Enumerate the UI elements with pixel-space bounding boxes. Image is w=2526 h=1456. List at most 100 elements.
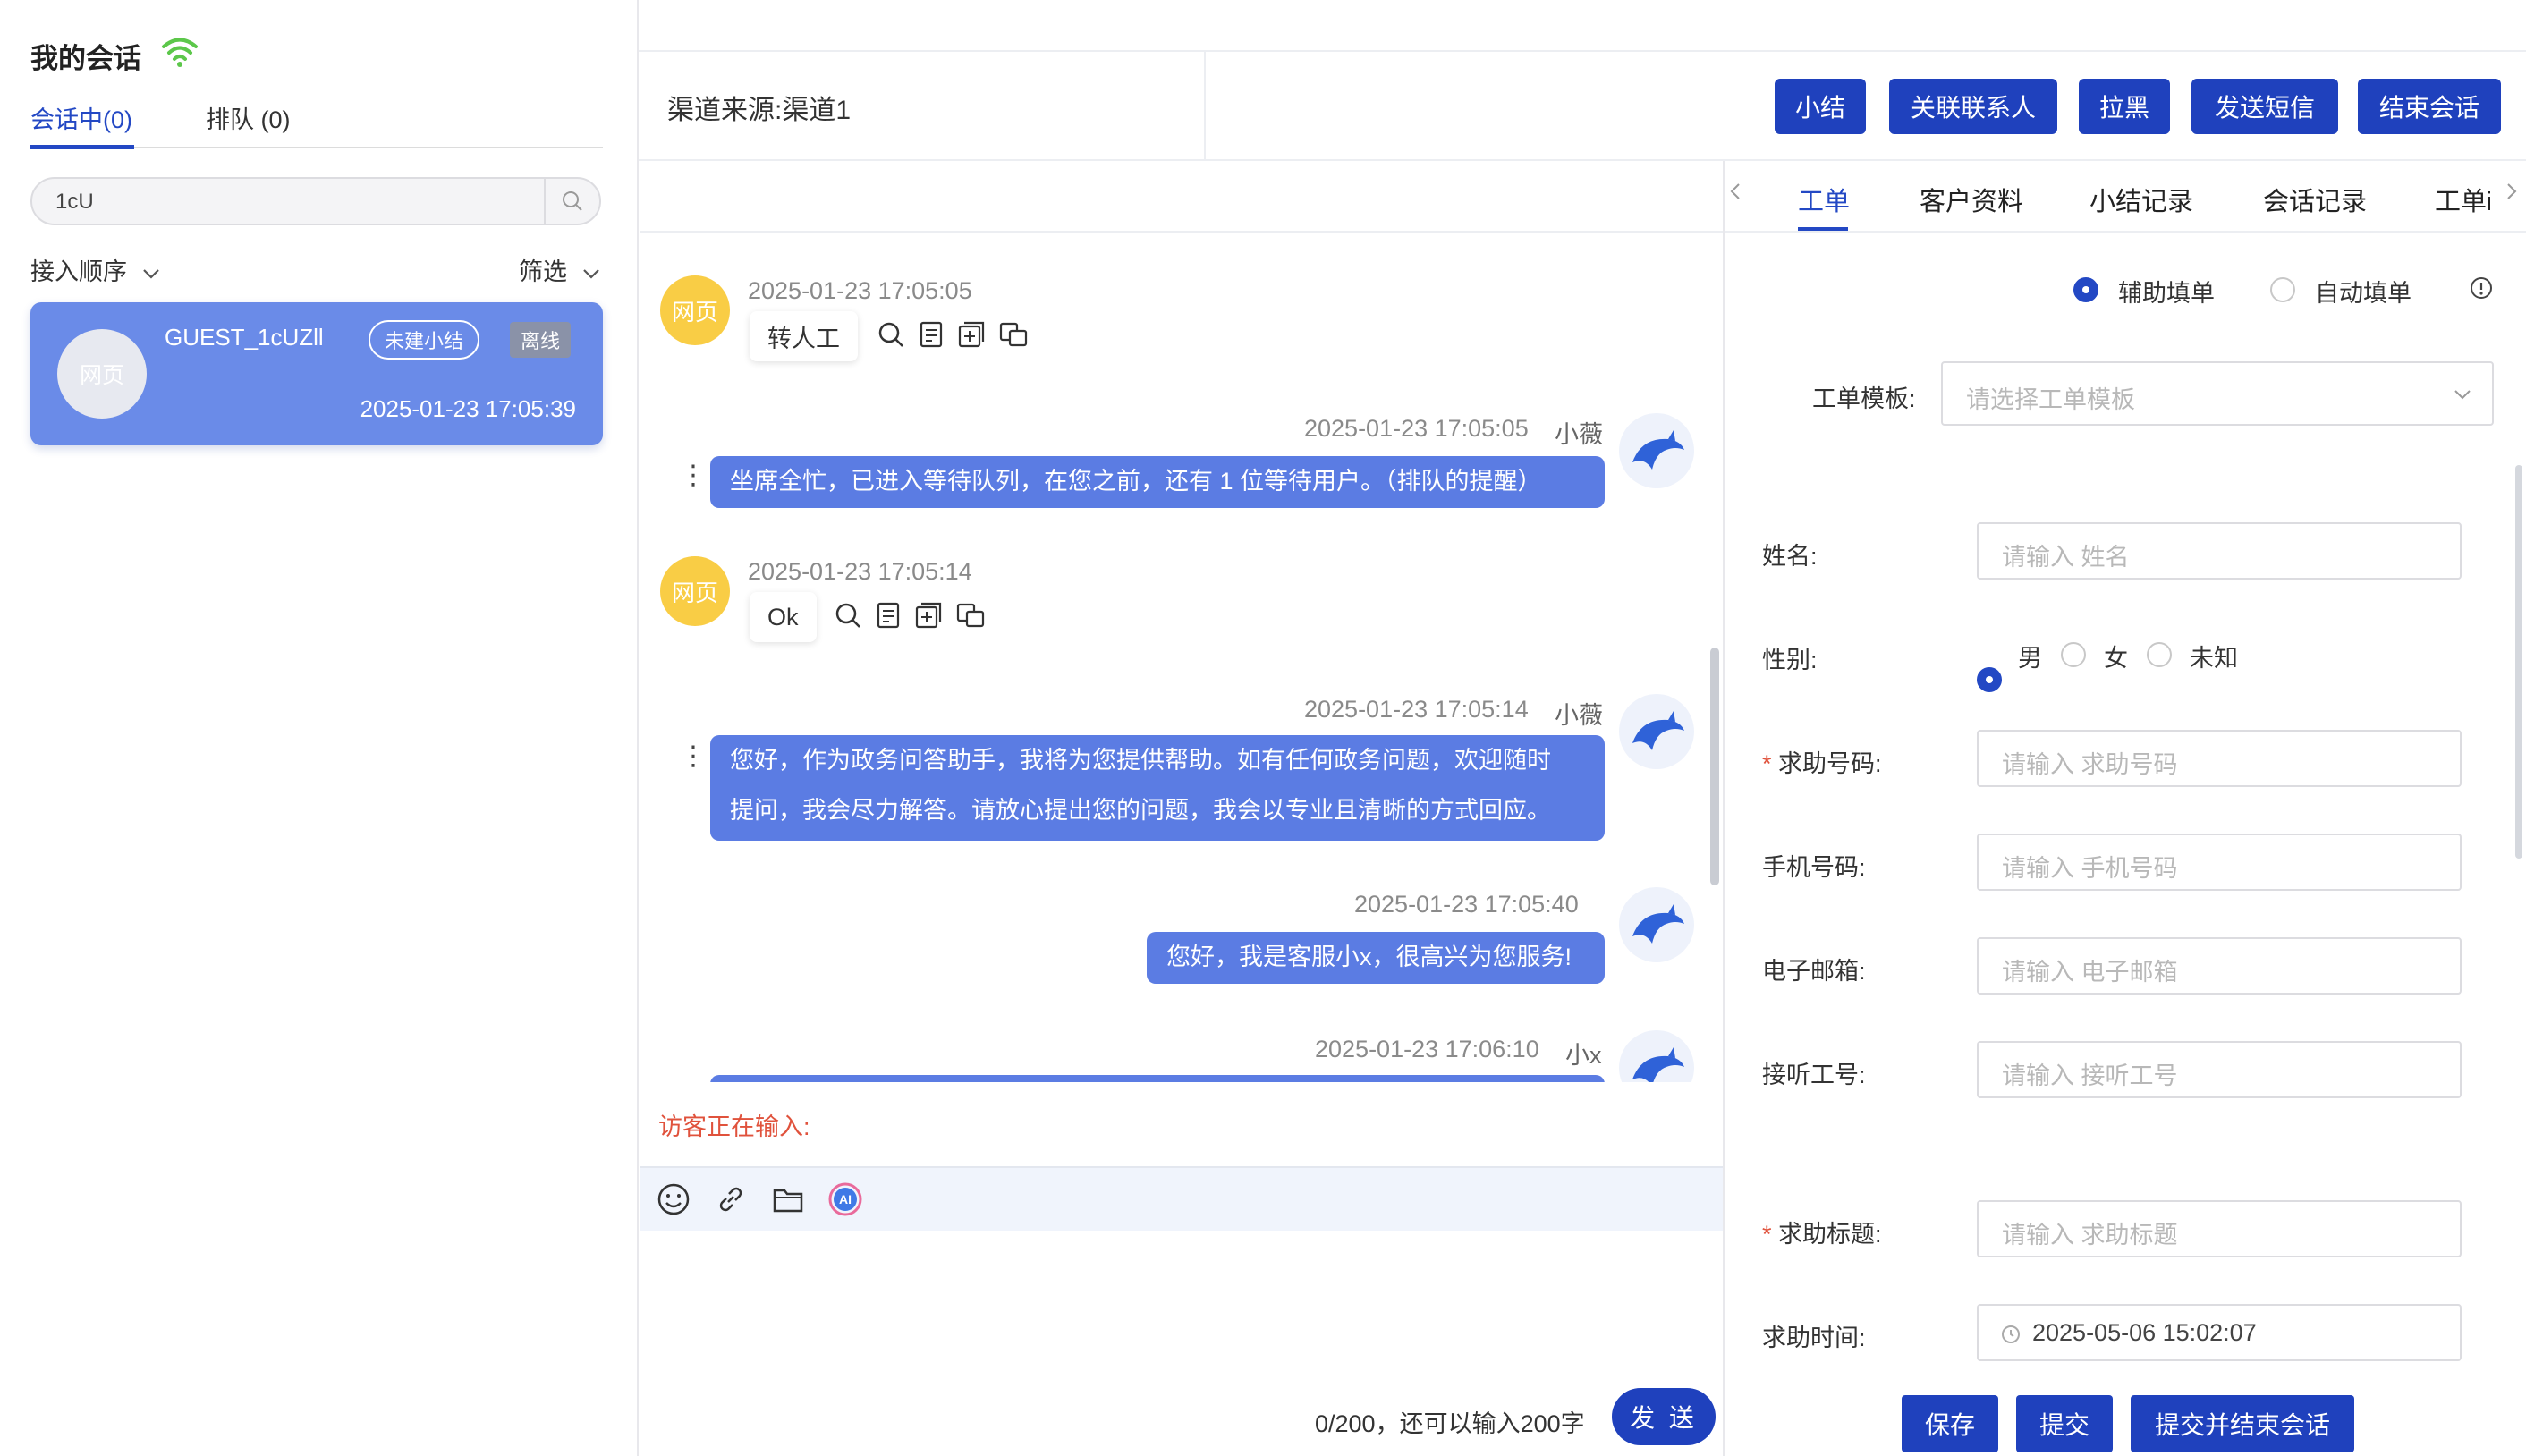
name-label: 姓名:	[1762, 543, 1818, 570]
emoji-button[interactable]	[653, 1179, 694, 1220]
sort-label: 接入顺序	[30, 258, 127, 285]
gender-male-radio[interactable]	[1977, 667, 2002, 692]
assist-fill-radio[interactable]	[2073, 277, 2098, 302]
dolphin-icon	[1632, 430, 1684, 470]
message-time: 2025-01-23 17:05:14	[748, 558, 972, 585]
tab-summary-records[interactable]: 小结记录	[2089, 181, 2193, 218]
message-time: 2025-01-23 17:05:14	[1304, 696, 1529, 723]
search-button[interactable]	[544, 179, 599, 224]
agent-number-label: 接听工号:	[1762, 1062, 1866, 1088]
send-sms-button[interactable]: 发送短信	[2191, 79, 2338, 134]
gender-female-label: 女	[2104, 645, 2128, 672]
message-line: 坐席全忙，已进入等待队列，在您之前，还有 1 位等待用户。（排队的提醒）	[730, 468, 1542, 495]
conversation-sidebar: 我的会话 会话中(0) 排队 (0) 1cU 接入顺序 筛选 网页 GUEST_…	[0, 0, 639, 1456]
message-time: 2025-01-23 17:06:10	[1315, 1036, 1539, 1062]
name-field[interactable]: 请输入 姓名	[1977, 522, 2462, 580]
agent-number-placeholder: 请输入 接听工号	[2002, 1062, 2178, 1089]
tabs-next-button[interactable]	[2501, 175, 2522, 212]
emoji-icon	[657, 1183, 690, 1215]
agent-name: 小薇	[1555, 702, 1603, 729]
tab-work-order-more[interactable]: 工单i	[2435, 181, 2490, 218]
message-time: 2025-01-23 17:05:05	[748, 277, 972, 304]
send-button[interactable]: 发 送	[1612, 1388, 1716, 1445]
help-time-value: 2025-05-06 15:02:07	[2032, 1319, 2257, 1346]
search-icon[interactable]	[834, 601, 862, 630]
tab-divider	[1725, 231, 2526, 233]
email-field[interactable]: 请输入 电子邮箱	[1977, 937, 2462, 995]
summary-badge: 未建小结	[369, 320, 480, 360]
topbar-vertical-divider	[1204, 50, 1206, 159]
auto-fill-label: 自动填单	[2315, 280, 2412, 307]
note-icon[interactable]	[918, 320, 945, 349]
chevron-left-icon	[1730, 183, 1740, 199]
assist-fill-label: 辅助填单	[2118, 280, 2215, 307]
message-time: 2025-01-23 17:05:40	[1354, 891, 1579, 918]
help-time-field[interactable]: 2025-05-06 15:02:07	[1977, 1304, 2462, 1361]
gender-female-radio[interactable]	[2061, 642, 2086, 667]
help-title-placeholder: 请输入 求助标题	[2002, 1222, 2178, 1249]
search-icon[interactable]	[877, 320, 905, 349]
visitor-avatar: 网页	[660, 556, 730, 626]
add-icon[interactable]	[914, 601, 943, 630]
add-icon[interactable]	[957, 320, 986, 349]
gender-unknown-radio[interactable]	[2147, 642, 2172, 667]
tabs-prev-button[interactable]	[1725, 175, 1746, 212]
more-icon[interactable]: ⋮	[680, 460, 707, 491]
folder-icon	[773, 1189, 803, 1213]
agent-name: 小薇	[1555, 421, 1603, 448]
template-placeholder: 请选择工单模板	[1966, 386, 2135, 413]
help-time-label: 求助时间:	[1762, 1325, 1866, 1351]
note-icon[interactable]	[875, 601, 902, 630]
more-icon[interactable]: ⋮	[680, 741, 707, 772]
tab-session-records[interactable]: 会话记录	[2263, 181, 2367, 218]
session-time: 2025-01-23 17:05:39	[360, 395, 576, 422]
session-name: GUEST_1cUZll	[165, 324, 324, 351]
blacklist-button[interactable]: 拉黑	[2079, 79, 2170, 134]
help-title-field[interactable]: 请输入 求助标题	[1977, 1200, 2462, 1257]
dolphin-icon	[1632, 1047, 1684, 1082]
save-button[interactable]: 保存	[1902, 1395, 1998, 1452]
channel-source: 渠道来源:渠道1	[667, 96, 852, 125]
submit-button[interactable]: 提交	[2016, 1395, 2113, 1452]
template-select[interactable]: 请选择工单模板	[1941, 361, 2494, 426]
link-button[interactable]	[710, 1179, 751, 1220]
copy-icon[interactable]	[955, 601, 986, 630]
agent-message: 您好，作为政务问答助手，我将为您提供帮助。如有任何政务问题，欢迎随时 提问，我会…	[710, 735, 1605, 841]
gender-male-label: 男	[2018, 645, 2042, 672]
phone-field[interactable]: 请输入 手机号码	[1977, 834, 2462, 891]
filter-dropdown[interactable]: 筛选	[519, 252, 601, 287]
agent-message: 坐席全忙，已进入等待队列，在您之前，还有 1 位等待用户。（排队的提醒）	[710, 456, 1605, 508]
link-contact-button[interactable]: 关联联系人	[1889, 79, 2057, 134]
auto-fill-radio[interactable]	[2270, 277, 2295, 302]
input-toolbar: AI	[640, 1166, 1723, 1231]
message-tools	[877, 320, 1029, 349]
visitor-message: Ok	[750, 592, 817, 642]
tab-work-order[interactable]: 工单	[1798, 181, 1850, 218]
chat-scrollbar[interactable]	[1710, 648, 1719, 885]
tab-customer-info[interactable]: 客户资料	[1920, 181, 2023, 218]
ai-button[interactable]: AI	[825, 1179, 866, 1220]
input-counter: 0/200，还可以输入200字	[1315, 1410, 1585, 1437]
ai-icon: AI	[828, 1182, 862, 1216]
wifi-icon	[162, 38, 198, 67]
sort-dropdown[interactable]: 接入顺序	[30, 252, 161, 287]
search-input[interactable]: 1cU	[55, 190, 94, 215]
svg-text:AI: AI	[839, 1192, 852, 1206]
session-card[interactable]: 网页 GUEST_1cUZll 未建小结 离线 2025-01-23 17:05…	[30, 302, 603, 445]
form-scrollbar[interactable]	[2515, 465, 2522, 859]
agent-number-field[interactable]: 请输入 接听工号	[1977, 1041, 2462, 1098]
tab-in-session[interactable]: 会话中(0)	[30, 100, 132, 135]
agent-name: 小x	[1565, 1042, 1602, 1069]
end-session-button[interactable]: 结束会话	[2358, 79, 2501, 134]
submit-and-end-button[interactable]: 提交并结束会话	[2131, 1395, 2354, 1452]
help-number-field[interactable]: 请输入 求助号码	[1977, 730, 2462, 787]
tab-queue[interactable]: 排队 (0)	[206, 100, 291, 135]
help-title-label-text: 求助标题:	[1778, 1221, 1882, 1248]
copy-icon[interactable]	[998, 320, 1029, 349]
info-icon[interactable]	[2469, 275, 2494, 305]
visitor-message: 转人工	[750, 311, 858, 361]
template-label: 工单模板:	[1812, 385, 1916, 412]
help-title-label: * 求助标题:	[1762, 1221, 1882, 1248]
summary-button[interactable]: 小结	[1775, 79, 1866, 134]
folder-button[interactable]	[767, 1179, 809, 1220]
